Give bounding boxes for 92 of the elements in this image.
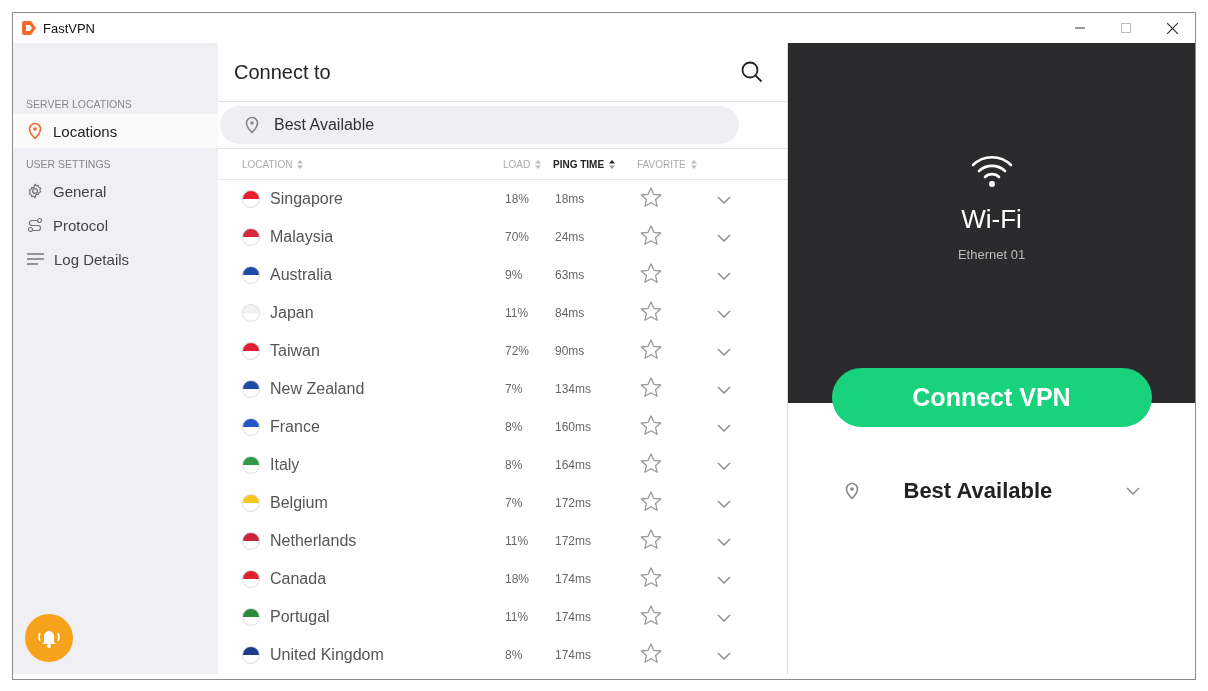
load-value: 7%	[504, 496, 524, 510]
ping-value: 18ms	[554, 192, 586, 206]
expand-chevron-icon[interactable]	[717, 234, 731, 242]
favorite-star-icon[interactable]	[640, 300, 662, 322]
location-name[interactable]: Belgium	[270, 494, 328, 512]
load-value: 11%	[504, 534, 530, 548]
column-header[interactable]: PING TIME	[553, 158, 605, 170]
favorite-star-icon[interactable]	[640, 414, 662, 436]
ping-value: 134ms	[554, 382, 593, 396]
expand-chevron-icon[interactable]	[717, 386, 731, 394]
adapter-name: Ethernet 01	[957, 247, 1026, 262]
location-name[interactable]: Japan	[270, 304, 314, 322]
location-name[interactable]: Taiwan	[270, 342, 320, 360]
favorite-star-icon[interactable]	[640, 642, 662, 664]
load-value: 8%	[504, 458, 524, 472]
ping-value: 174ms	[554, 610, 593, 624]
ping-value: 160ms	[554, 420, 593, 434]
load-value: 9%	[504, 268, 524, 282]
ping-value: 174ms	[554, 572, 593, 586]
load-value: 18%	[504, 572, 531, 586]
maximize-icon	[1121, 23, 1131, 33]
location-name[interactable]: France	[270, 418, 320, 436]
route-icon	[27, 217, 43, 233]
ping-value: 172ms	[554, 534, 593, 548]
expand-chevron-icon[interactable]	[717, 576, 731, 584]
location-name[interactable]: Canada	[270, 570, 327, 588]
favorite-star-icon[interactable]	[640, 452, 662, 474]
load-value: 8%	[504, 648, 524, 662]
expand-chevron-icon[interactable]	[717, 272, 731, 280]
load-value: 18%	[504, 192, 531, 206]
expand-chevron-icon[interactable]	[717, 538, 731, 546]
ping-value: 174ms	[554, 648, 593, 662]
sidebar-item[interactable]: Log Details	[13, 242, 218, 276]
load-value: 11%	[504, 610, 530, 624]
search-icon[interactable]	[741, 61, 763, 83]
selected-location[interactable]: Best Available	[903, 478, 1126, 504]
favorite-star-icon[interactable]	[640, 376, 662, 398]
ping-value: 24ms	[554, 230, 586, 244]
wifi-icon	[970, 154, 1013, 188]
app-logo-icon	[21, 20, 37, 36]
location-pin-icon	[244, 116, 260, 134]
favorite-star-icon[interactable]	[640, 186, 662, 208]
expand-chevron-icon[interactable]	[717, 310, 731, 318]
location-name[interactable]: United Kingdom	[270, 646, 384, 664]
ping-value: 90ms	[554, 344, 586, 358]
load-value: 7%	[504, 382, 524, 396]
sidebar-item[interactable]: Locations	[13, 114, 218, 148]
expand-chevron-icon[interactable]	[717, 462, 731, 470]
expand-chevron-icon[interactable]	[717, 424, 731, 432]
favorite-star-icon[interactable]	[640, 604, 662, 626]
location-name[interactable]: Italy	[270, 456, 300, 474]
ping-value: 172ms	[554, 496, 593, 510]
expand-chevron-icon[interactable]	[717, 348, 731, 356]
ping-value: 63ms	[554, 268, 586, 282]
menu-lines-icon	[27, 253, 44, 265]
favorite-star-icon[interactable]	[640, 262, 662, 284]
notification-button[interactable]	[25, 614, 73, 662]
location-name[interactable]: Netherlands	[270, 532, 357, 550]
sidebar-item[interactable]: Protocol	[13, 208, 218, 242]
load-value: 8%	[504, 420, 524, 434]
ping-value: 164ms	[554, 458, 593, 472]
location-name[interactable]: Singapore	[270, 190, 343, 208]
favorite-star-icon[interactable]	[640, 490, 662, 512]
favorite-star-icon[interactable]	[640, 566, 662, 588]
expand-chevron-icon[interactable]	[717, 614, 731, 622]
load-value: 72%	[504, 344, 531, 358]
location-name[interactable]: Malaysia	[270, 228, 334, 246]
gear-icon	[27, 183, 43, 199]
sort-arrows-icon[interactable]	[609, 159, 616, 169]
expand-chevron-icon[interactable]	[717, 500, 731, 508]
section-label: SERVER LOCATIONS	[25, 97, 133, 112]
location-pin-icon	[843, 482, 860, 500]
location-name[interactable]: Portugal	[270, 608, 330, 626]
favorite-star-icon[interactable]	[640, 338, 662, 360]
window-title: FastVPN	[43, 20, 96, 36]
favorite-star-icon[interactable]	[640, 224, 662, 246]
expand-chevron-icon[interactable]	[717, 196, 731, 204]
load-value: 70%	[504, 230, 531, 244]
close-icon	[1166, 22, 1178, 34]
section-label: USER SETTINGS	[25, 157, 112, 172]
expand-chevron-icon[interactable]	[717, 652, 731, 660]
location-name[interactable]: Australia	[270, 266, 333, 284]
dropdown-chevron-icon[interactable]	[1125, 487, 1140, 495]
network-name: Wi-Fi	[961, 204, 1022, 235]
sidebar-item[interactable]: General	[13, 174, 218, 208]
location-pin-icon	[27, 122, 43, 140]
load-value: 11%	[504, 306, 530, 320]
favorite-star-icon[interactable]	[640, 528, 662, 550]
location-name[interactable]: New Zealand	[270, 380, 365, 398]
best-available-option[interactable]: Best Available	[220, 106, 739, 144]
ping-value: 84ms	[554, 306, 586, 320]
panel-title: Connect to	[234, 60, 331, 84]
